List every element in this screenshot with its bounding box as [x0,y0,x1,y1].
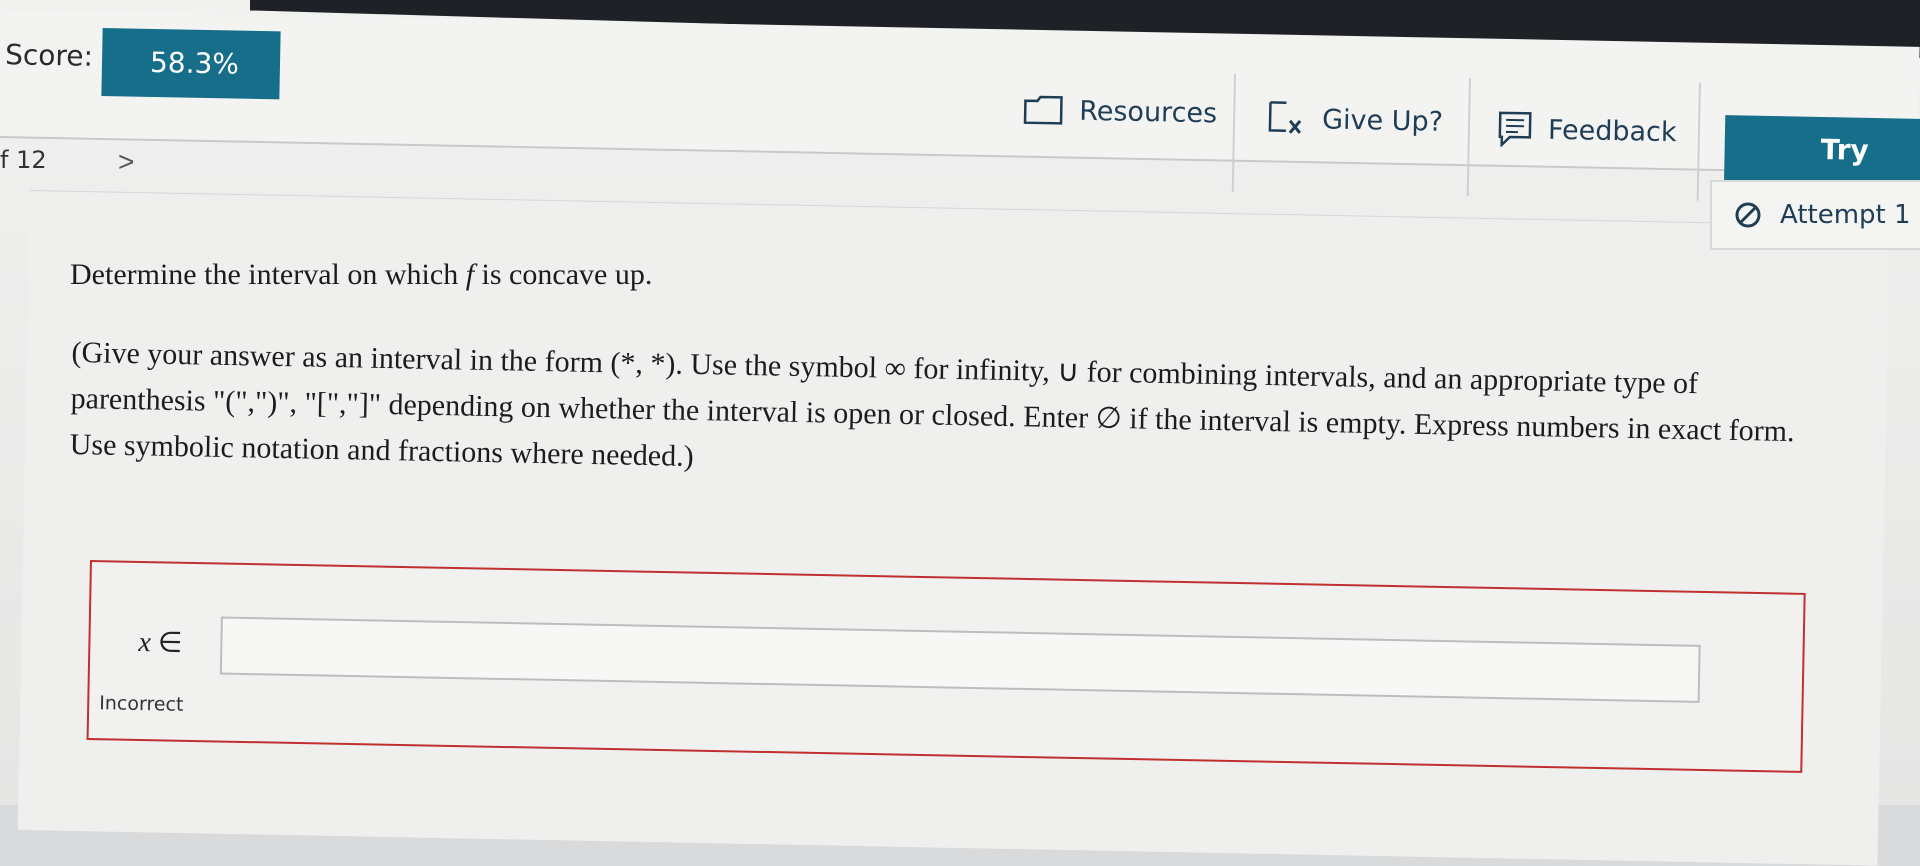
give-up-icon [1266,100,1307,137]
resources-label: Resources [1078,95,1218,129]
divider [1466,78,1471,197]
score-label: Score: [4,38,94,73]
feedback-button[interactable]: Feedback [1497,95,1677,166]
answer-prefix: x ∈ [138,625,182,660]
divider [1696,82,1701,201]
resources-button[interactable]: Resources [1023,76,1218,148]
feedback-icon [1498,111,1533,148]
question-prompt: Determine the interval on which f is con… [70,258,1830,292]
attempt-badge: Attempt 1 [1710,180,1920,250]
element-of-symbol: ∈ [150,627,183,659]
next-question-chevron-icon[interactable]: > [118,146,134,178]
divider [1231,73,1237,192]
answer-container: x ∈ Incorrect [86,560,1806,773]
score-badge: 58.3% [101,27,281,100]
prompt-start: Determine the interval on which [70,258,466,291]
prompt-end: is concave up. [474,258,653,291]
try-again-button[interactable]: Try Agai [1724,115,1920,233]
give-up-label: Give Up? [1321,103,1444,138]
feedback-label: Feedback [1547,114,1677,148]
no-entry-icon [1734,201,1762,229]
status-incorrect: Incorrect [99,692,184,716]
answer-input[interactable] [219,616,1701,703]
attempt-label: Attempt 1 [1780,200,1911,230]
question-counter: f 12 [0,146,47,174]
page: Score: 58.3% Resources Give Up? Feedback… [0,0,1920,866]
folder-icon [1023,95,1064,126]
prompt-variable: f [465,258,475,291]
give-up-button[interactable]: Give Up? [1266,84,1444,155]
